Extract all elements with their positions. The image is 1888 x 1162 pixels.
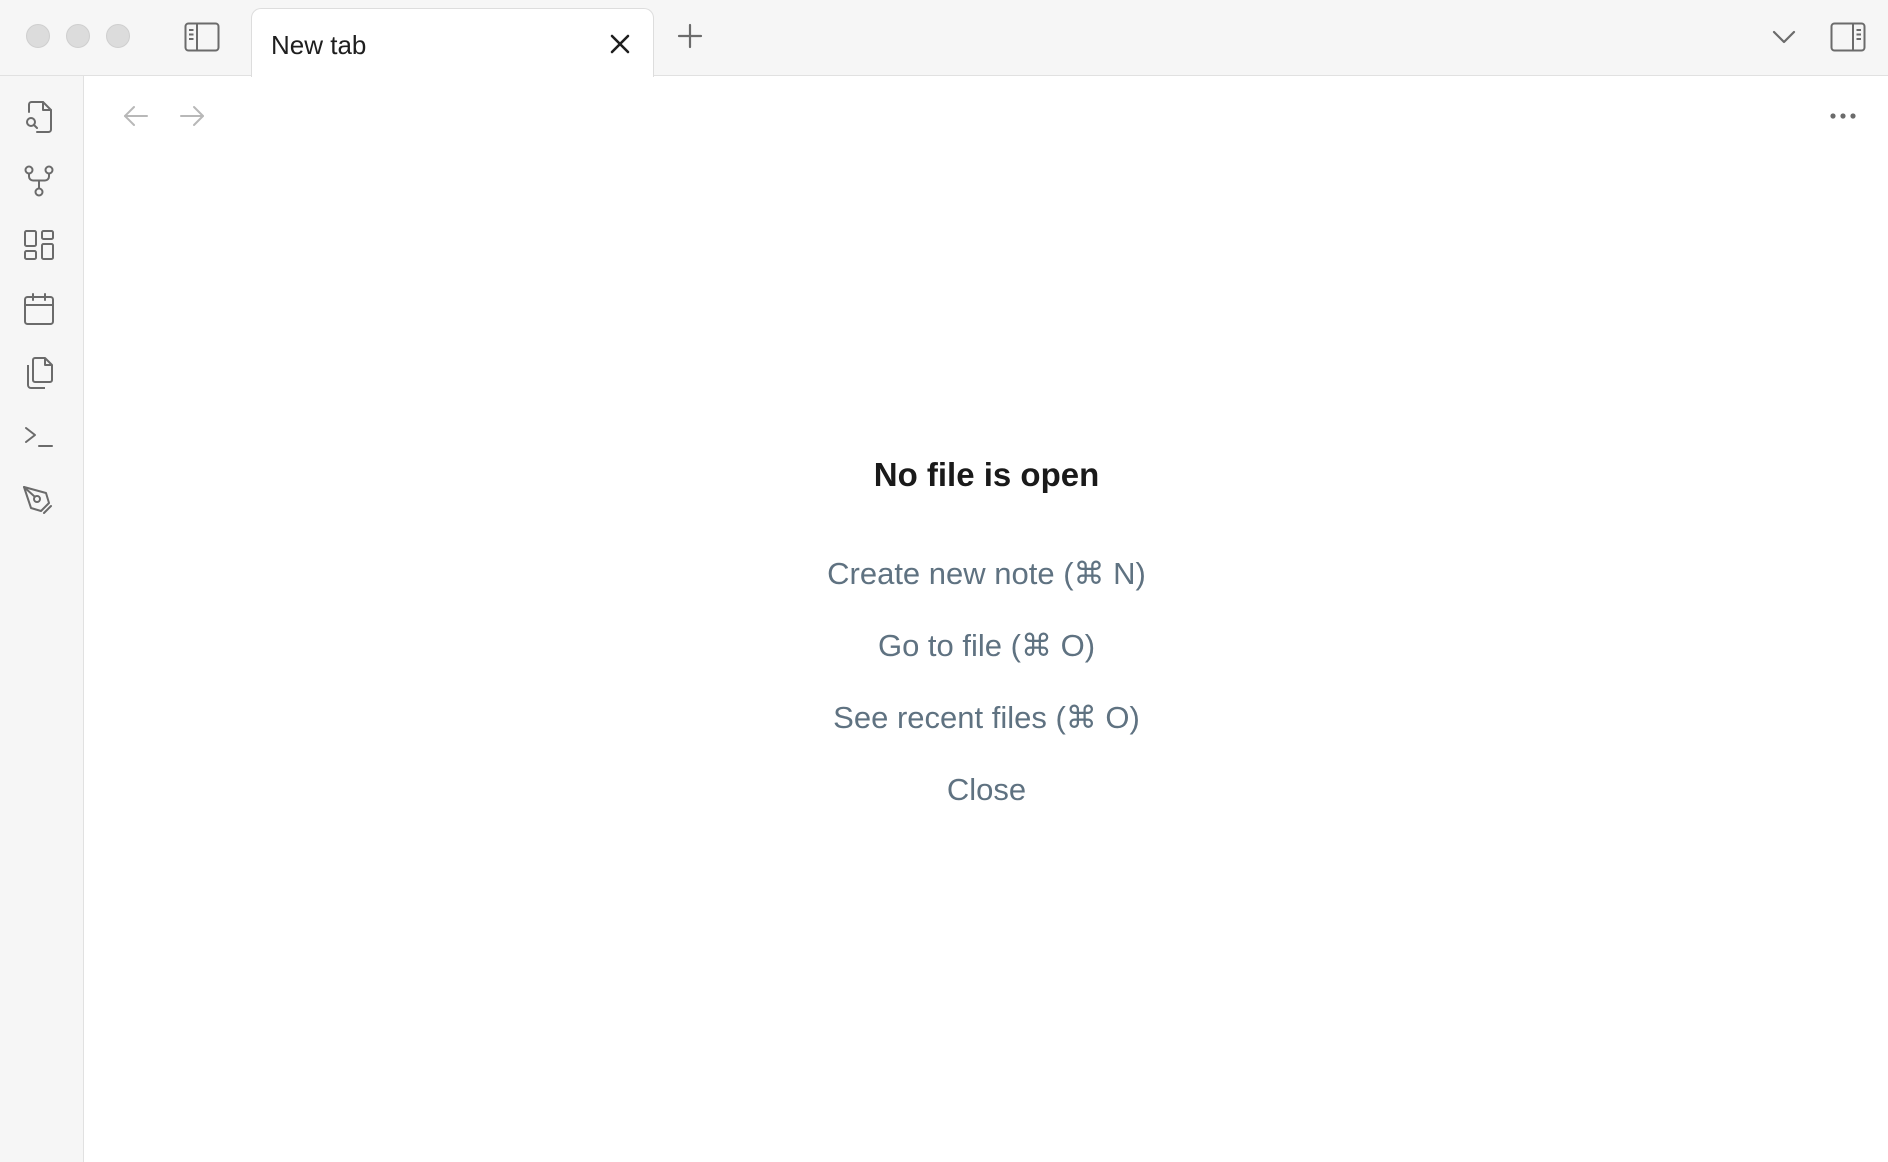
- tab-new-tab[interactable]: New tab: [251, 8, 654, 77]
- terminal-icon[interactable]: [20, 418, 58, 456]
- go-to-file-button[interactable]: Go to file (⌘ O): [85, 628, 1888, 664]
- title-bar: New tab: [0, 0, 1888, 77]
- window-minimize-button[interactable]: [66, 24, 90, 48]
- main-pane: No file is open Create new note (⌘ N) Go…: [85, 77, 1888, 1162]
- git-fork-icon[interactable]: [20, 162, 58, 200]
- close-button[interactable]: Close: [85, 772, 1888, 808]
- empty-state: No file is open Create new note (⌘ N) Go…: [85, 77, 1888, 1162]
- sidebar-right-icon[interactable]: [1828, 20, 1868, 54]
- tab-title: New tab: [271, 30, 367, 60]
- chevron-down-icon[interactable]: [1768, 22, 1800, 52]
- app-window: New tab No file is open Create new note …: [0, 0, 1888, 1162]
- files-icon[interactable]: [20, 354, 58, 392]
- left-ribbon: [0, 76, 84, 1162]
- plus-icon[interactable]: [674, 20, 706, 52]
- pen-tool-icon[interactable]: [20, 482, 58, 520]
- window-maximize-button[interactable]: [106, 24, 130, 48]
- calendar-icon[interactable]: [20, 290, 58, 328]
- create-new-note-button[interactable]: Create new note (⌘ N): [85, 556, 1888, 592]
- see-recent-files-button[interactable]: See recent files (⌘ O): [85, 700, 1888, 736]
- empty-state-title: No file is open: [873, 456, 1100, 493]
- close-icon[interactable]: [605, 29, 635, 59]
- file-search-icon[interactable]: [20, 98, 58, 136]
- window-close-button[interactable]: [26, 24, 50, 48]
- layout-dashboard-icon[interactable]: [20, 226, 58, 264]
- sidebar-left-icon[interactable]: [182, 20, 222, 54]
